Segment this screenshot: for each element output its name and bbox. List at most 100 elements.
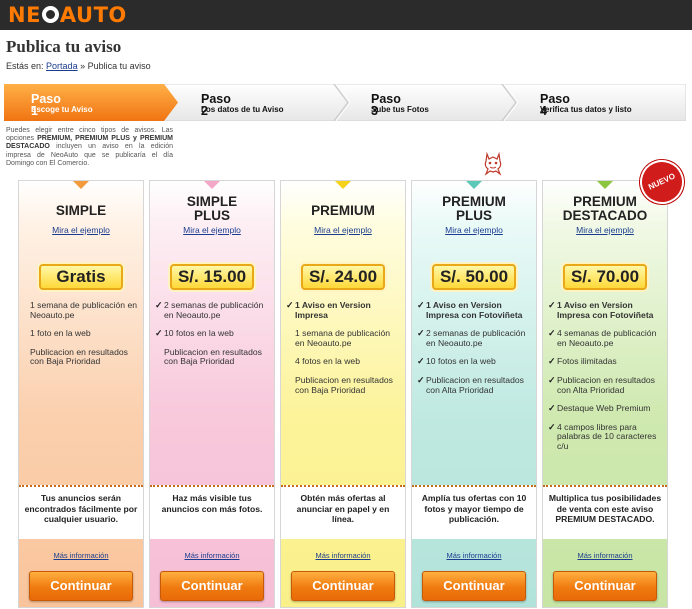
plan-card-premium-plus: PREMIUM PLUS Mira el ejemplo S/. 50.00 ✓… bbox=[411, 180, 537, 608]
check-icon: ✓ bbox=[548, 300, 556, 310]
check-icon: ✓ bbox=[155, 300, 163, 310]
feature-item: ✓ Destaque Web Premium bbox=[548, 403, 662, 414]
plan-highlight: Obtén más ofertas al anunciar en papel y… bbox=[281, 485, 405, 539]
feature-item: 1 foto en la web bbox=[30, 328, 91, 339]
feature-item: Publicacion en resultados con Baja Prior… bbox=[164, 346, 262, 367]
feature-text: Publicacion en resultados con Alta Prior… bbox=[557, 374, 655, 395]
feature-text: 1 Aviso en Version Impresa con Fotoviñet… bbox=[426, 300, 523, 320]
breadcrumb: Estás en: Portada » Publica tu aviso bbox=[6, 61, 151, 71]
feature-list: 1 semana de publicación en Neoauto.pe 1 … bbox=[24, 300, 138, 376]
plan-name-line-2: PLUS bbox=[455, 208, 492, 223]
feature-text: 10 fotos en la web bbox=[164, 328, 234, 339]
feature-item: ✓ 4 semanas de publicación en Neoauto.pe bbox=[548, 328, 662, 348]
plan-name: PREMIUM bbox=[311, 203, 375, 218]
feature-item: ✓ Fotos ilimitadas bbox=[548, 357, 662, 367]
plan-name-line-1: SIMPLE bbox=[186, 194, 238, 209]
plan-price: S/. 15.00 bbox=[170, 264, 254, 290]
step-4-subtitle: Verifica tus datos y listo bbox=[540, 105, 632, 114]
plan-card-simple-plus: SIMPLE PLUS Mira el ejemplo S/. 15.00 ✓ 2… bbox=[149, 180, 275, 608]
plan-name: SIMPLE bbox=[55, 203, 107, 218]
feature-list: ✓ 2 semanas de publicación en Neoauto.pe … bbox=[155, 300, 269, 376]
neoauto-logo[interactable]: NE AUTO bbox=[8, 3, 127, 27]
step-3-subtitle: Sube tus Fotos bbox=[371, 105, 429, 114]
feature-item: 1 semana de publicación en Neoauto.pe bbox=[30, 300, 138, 320]
step-2-subtitle: Los datos de tu Aviso bbox=[201, 105, 284, 114]
example-link[interactable]: Mira el ejemplo bbox=[150, 225, 274, 235]
intro-text: Puedes elegir entre cinco tipos de aviso… bbox=[6, 127, 173, 168]
check-icon: ✓ bbox=[155, 328, 163, 339]
card-tab bbox=[203, 181, 221, 189]
feature-item: ✓ 1 Aviso en Version Impresa con Fotoviñe… bbox=[548, 300, 662, 320]
plan-price: S/. 70.00 bbox=[563, 264, 647, 290]
feature-text: 2 semanas de publicación en Neoauto.pe bbox=[426, 328, 526, 348]
logo-text-start: NE bbox=[8, 3, 41, 27]
logo-ring-icon bbox=[41, 6, 59, 23]
more-info-link[interactable]: Más información bbox=[543, 551, 667, 560]
plan-highlight: Haz más visible tus anuncios con más fot… bbox=[150, 485, 274, 539]
plan-card-simple: SIMPLE Mira el ejemplo Gratis 1 semana d… bbox=[18, 180, 144, 608]
check-icon: ✓ bbox=[548, 403, 556, 414]
check-icon: ✓ bbox=[286, 300, 294, 310]
check-icon: ✓ bbox=[417, 300, 425, 310]
more-info-link[interactable]: Más información bbox=[281, 551, 405, 560]
page-title: Publica tu aviso bbox=[6, 37, 122, 56]
example-link[interactable]: Mira el ejemplo bbox=[412, 225, 536, 235]
continue-button[interactable]: Continuar bbox=[553, 571, 657, 601]
breadcrumb-prefix: Estás en: bbox=[6, 61, 44, 71]
feature-item: ✓ 10 fotos en la web bbox=[417, 357, 531, 367]
more-info-link[interactable]: Más información bbox=[19, 551, 143, 560]
check-icon: ✓ bbox=[417, 328, 425, 339]
plan-price: S/. 24.00 bbox=[301, 264, 385, 290]
plan-highlight: Tus anuncios serán encontrados fácilment… bbox=[19, 485, 143, 539]
feature-text: 4 campos libres para palabras de 10 cara… bbox=[557, 421, 657, 451]
continue-button[interactable]: Continuar bbox=[29, 571, 133, 601]
card-tab bbox=[465, 181, 483, 189]
feature-list: ✓ 1 Aviso en Version Impresa con Fotoviñe… bbox=[548, 300, 662, 461]
breadcrumb-current: Publica tu aviso bbox=[87, 61, 151, 71]
check-icon: ✓ bbox=[417, 356, 425, 367]
example-link[interactable]: Mira el ejemplo bbox=[281, 225, 405, 235]
feature-text: 2 semanas de publicación en Neoauto.pe bbox=[164, 300, 264, 320]
feature-item: Publicacion en resultados con Baja Prior… bbox=[30, 346, 128, 367]
example-link[interactable]: Mira el ejemplo bbox=[19, 225, 143, 235]
feature-item: Publicacion en resultados con Baja Prior… bbox=[295, 374, 393, 395]
more-info-link[interactable]: Más información bbox=[150, 551, 274, 560]
example-link[interactable]: Mira el ejemplo bbox=[543, 225, 667, 235]
breadcrumb-separator: » bbox=[80, 61, 86, 71]
feature-text: Publicacion en resultados con Alta Prior… bbox=[426, 374, 524, 395]
check-icon: ✓ bbox=[548, 421, 556, 432]
continue-button[interactable]: Continuar bbox=[422, 571, 526, 601]
feature-text: 10 fotos en la web bbox=[426, 356, 496, 367]
plan-price: Gratis bbox=[39, 264, 123, 290]
steps-background bbox=[4, 84, 686, 121]
plan-name-line-2: PLUS bbox=[193, 208, 230, 223]
plan-highlight: Amplía tus ofertas con 10 fotos y mayor … bbox=[412, 485, 536, 539]
feature-item: ✓ 1 Aviso en Version Impresa bbox=[286, 300, 400, 320]
check-icon: ✓ bbox=[417, 374, 425, 385]
feature-item: ✓ 2 semanas de publicación en Neoauto.pe bbox=[155, 300, 269, 320]
continue-button[interactable]: Continuar bbox=[160, 571, 264, 601]
breadcrumb-home-link[interactable]: Portada bbox=[46, 61, 78, 71]
feature-list: ✓ 1 Aviso en Version Impresa con Fotoviñe… bbox=[417, 300, 531, 404]
plan-highlight: Multiplica tus posibilidades de venta co… bbox=[543, 485, 667, 539]
continue-button[interactable]: Continuar bbox=[291, 571, 395, 601]
card-tab bbox=[334, 181, 352, 189]
feature-text: 4 semanas de publicación en Neoauto.pe bbox=[557, 328, 657, 348]
plan-name-line-2: DESTACADO bbox=[562, 208, 648, 223]
feature-text: 1 Aviso en Version Impresa con Fotoviñet… bbox=[557, 300, 654, 320]
feature-item: ✓ 1 Aviso en Version Impresa con Fotoviñe… bbox=[417, 300, 531, 320]
feature-item: ✓ 2 semanas de publicación en Neoauto.pe bbox=[417, 328, 531, 348]
plan-card-premium-destacado: PREMIUM DESTACADO Mira el ejemplo S/. 70… bbox=[542, 180, 668, 608]
step-1-subtitle: Escoge tu Aviso bbox=[31, 105, 93, 114]
feature-text: Destaque Web Premium bbox=[557, 403, 651, 414]
steps-progress: Paso 1 Escoge tu Aviso Paso 2 Los datos … bbox=[4, 84, 686, 121]
feature-list: ✓ 1 Aviso en Version Impresa 1 semana de … bbox=[286, 300, 400, 404]
plan-price: S/. 50.00 bbox=[432, 264, 516, 290]
feature-item: 1 semana de publicación en Neoauto.pe bbox=[295, 328, 391, 348]
feature-item: ✓ Publicacion en resultados con Alta Prio… bbox=[417, 374, 531, 395]
check-icon: ✓ bbox=[548, 356, 556, 367]
logo-text-end: AUTO bbox=[59, 3, 127, 27]
more-info-link[interactable]: Más información bbox=[412, 551, 536, 560]
mascot-icon bbox=[484, 151, 502, 176]
plan-card-premium: PREMIUM Mira el ejemplo S/. 24.00 ✓ 1 Avi… bbox=[280, 180, 406, 608]
